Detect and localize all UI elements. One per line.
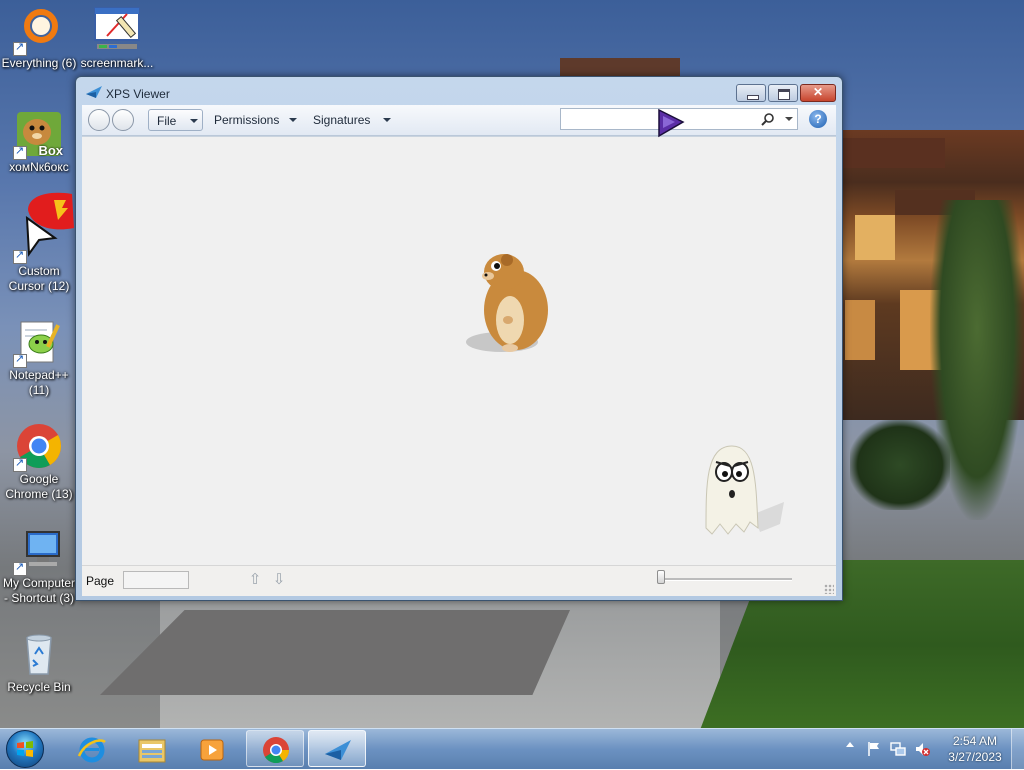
desktop-icon-label: screenmark...: [80, 56, 154, 70]
wallpaper-roof: [840, 138, 945, 168]
wallpaper-window: [855, 215, 895, 260]
chevron-down-icon: [289, 118, 297, 122]
desktop-icon-hamster-box[interactable]: Box хомNк6окс: [0, 110, 78, 175]
screenmarker-icon: [93, 6, 141, 54]
desktop-icon-label: Notepad++ (11): [9, 368, 69, 397]
desktop-icon-label: Everything (6): [1, 56, 77, 70]
desktop-icon-google-chrome[interactable]: Google Chrome (13): [0, 422, 78, 502]
network-icon[interactable]: [890, 741, 906, 757]
desktop-icon-my-computer[interactable]: My Computer - Shortcut (3): [0, 526, 78, 606]
resize-grip-icon[interactable]: [824, 584, 834, 594]
chevron-down-icon[interactable]: [785, 117, 793, 121]
zoom-slider-thumb[interactable]: [657, 570, 665, 584]
permissions-menu-label: Permissions: [214, 113, 280, 127]
box-badge: Box: [38, 143, 63, 158]
ie-icon: [77, 737, 106, 763]
taskbar-internet-explorer[interactable]: [62, 730, 120, 767]
mouse-cursor-icon: [658, 108, 685, 138]
ghost-pet-icon[interactable]: [698, 444, 788, 538]
clock-time: 2:54 AM: [952, 734, 998, 748]
taskbar-google-chrome[interactable]: [246, 730, 304, 767]
everything-icon: [13, 6, 63, 56]
wallpaper-window: [845, 300, 875, 360]
permissions-menu-button[interactable]: Permissions: [206, 109, 301, 131]
forward-button[interactable]: [112, 109, 134, 131]
media-player-icon: [200, 739, 224, 761]
next-page-arrow-icon[interactable]: ⇩: [271, 571, 287, 589]
desktop-icon-notepad-plus-plus[interactable]: Notepad++ (11): [0, 318, 78, 398]
show-hidden-icons-icon[interactable]: [846, 742, 854, 747]
shortcut-arrow-icon: [13, 560, 27, 576]
help-icon[interactable]: ?: [809, 110, 827, 128]
shortcut-arrow-icon: [13, 248, 27, 264]
previous-page-arrow-icon[interactable]: ⇧: [247, 571, 263, 589]
desktop-icon-everything[interactable]: Everything (6): [0, 6, 78, 71]
shortcut-arrow-icon: [13, 40, 27, 56]
page-number-input[interactable]: [123, 571, 189, 589]
my-computer-icon: [13, 526, 63, 576]
status-bar: Page ⇧ ⇩: [82, 565, 836, 596]
desktop-icon-screenmarker[interactable]: screenmark...: [78, 6, 156, 71]
title-bar[interactable]: XPS Viewer: [76, 77, 842, 105]
show-desktop-button[interactable]: [1011, 729, 1024, 769]
wallpaper-roof: [560, 58, 680, 76]
cursor-splash-icon: [28, 192, 74, 230]
back-button[interactable]: [88, 109, 110, 131]
chrome-icon: [263, 737, 290, 764]
action-center-flag-icon[interactable]: [866, 741, 882, 757]
chevron-down-icon: [190, 119, 198, 123]
start-button[interactable]: [6, 730, 44, 768]
taskbar: 2:54 AM 3/27/2023: [0, 728, 1024, 769]
signatures-menu-label: Signatures: [313, 113, 371, 127]
folder-icon: [138, 739, 166, 763]
xps-icon: [325, 740, 351, 760]
clock[interactable]: 2:54 AM 3/27/2023: [940, 733, 1010, 765]
desktop-icon-label: хомNк6окс: [9, 160, 69, 174]
windows-logo-icon: [17, 741, 33, 757]
desktop-icon-recycle-bin[interactable]: Recycle Bin: [0, 630, 78, 695]
taskbar-windows-explorer[interactable]: [122, 730, 180, 767]
desktop-icon-label: My Computer - Shortcut (3): [2, 576, 76, 605]
minimize-button[interactable]: [736, 84, 766, 102]
file-menu-button[interactable]: File: [148, 109, 203, 131]
recycle-bin-icon: [15, 630, 63, 678]
system-tray: 2:54 AM 3/27/2023: [840, 729, 1024, 769]
chevron-down-icon: [383, 118, 391, 122]
file-menu-label: File: [157, 114, 177, 128]
desktop-icon-label: Custom Cursor (12): [8, 264, 70, 293]
window-title: XPS Viewer: [106, 87, 170, 101]
desktop-icon-label: Recycle Bin: [7, 680, 71, 694]
wallpaper-shrub: [850, 420, 950, 510]
hamster-box-icon: Box: [13, 110, 63, 160]
close-button[interactable]: [800, 84, 836, 102]
volume-muted-icon[interactable]: [914, 741, 930, 757]
hamster-pet-icon[interactable]: [462, 250, 554, 356]
shortcut-arrow-icon: [13, 352, 27, 368]
page-label: Page: [86, 574, 115, 588]
taskbar-media-player[interactable]: [182, 730, 240, 767]
shortcut-arrow-icon: [13, 456, 27, 472]
toolbar: File Permissions Signatures ?: [82, 105, 836, 136]
taskbar-xps-viewer[interactable]: [308, 730, 366, 767]
chrome-icon: [13, 422, 63, 472]
signatures-menu-button[interactable]: Signatures: [305, 109, 395, 131]
zoom-slider-track[interactable]: [662, 578, 792, 581]
notepad-plus-plus-icon: [13, 318, 63, 368]
maximize-button[interactable]: [768, 84, 798, 102]
search-icon[interactable]: [761, 112, 775, 126]
xps-app-icon: [86, 86, 102, 98]
clock-date: 3/27/2023: [948, 750, 1002, 764]
desktop-icon-label: Google Chrome (13): [5, 472, 73, 501]
shortcut-arrow-icon: [13, 144, 27, 160]
